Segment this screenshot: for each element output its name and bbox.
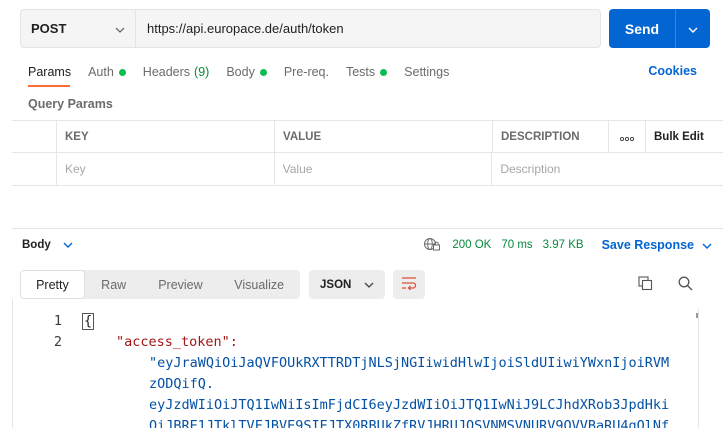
chevron-down-icon xyxy=(63,239,73,251)
send-options-button[interactable] xyxy=(676,9,710,48)
headers-count: (9) xyxy=(194,65,210,79)
json-value-line: OiJBRE1JTklTVFJBVE9SIEJTX0RBUkZfRVJHRUJO… xyxy=(149,418,670,428)
tab-preview[interactable]: Preview xyxy=(143,270,219,299)
globe-lock-icon[interactable] xyxy=(424,237,441,254)
response-time[interactable]: 70 ms xyxy=(501,239,532,251)
line-number: 2 xyxy=(53,334,62,350)
wrap-lines-icon xyxy=(401,276,417,293)
search-icon xyxy=(678,276,693,294)
chevron-down-icon xyxy=(115,21,125,36)
key-column-header: KEY xyxy=(57,121,275,152)
table-row: Key Value Description xyxy=(12,153,723,186)
wrap-lines-button[interactable] xyxy=(393,270,425,299)
save-response-button[interactable]: Save Response xyxy=(602,238,712,252)
method-label: POST xyxy=(31,21,67,36)
tab-label: Body xyxy=(226,65,255,79)
json-value-line: zODQifQ. xyxy=(149,376,215,392)
tab-auth[interactable]: Auth xyxy=(88,65,126,79)
send-button-group: Send xyxy=(609,9,710,48)
tab-label: Auth xyxy=(88,65,114,79)
body-label: Body xyxy=(22,239,51,251)
tab-label: Pre-req. xyxy=(283,65,329,79)
status-dot xyxy=(380,68,388,76)
tab-label: Settings xyxy=(404,65,450,79)
key-input[interactable]: Key xyxy=(57,153,275,185)
tab-pretty[interactable]: Pretty xyxy=(20,270,85,299)
tab-label: Params xyxy=(28,65,72,79)
chevron-down-icon xyxy=(688,21,698,36)
send-button[interactable]: Send xyxy=(609,9,676,48)
json-open-brace: { xyxy=(82,313,95,330)
checkbox-column-header xyxy=(12,121,57,152)
status-dot xyxy=(118,68,126,76)
search-button[interactable] xyxy=(675,275,695,295)
format-label: JSON xyxy=(320,278,352,291)
chevron-down-icon xyxy=(364,279,374,291)
table-header-row: KEY VALUE DESCRIPTION Bulk Edit xyxy=(12,120,723,153)
description-column-header: DESCRIPTION xyxy=(493,121,609,152)
request-tabs: Params Auth Headers (9) Body Pre-req. Tes… xyxy=(28,63,466,81)
tab-prereq[interactable]: Pre-req. xyxy=(284,65,329,79)
url-input[interactable]: https://api.europace.de/auth/token xyxy=(136,10,600,47)
tab-body[interactable]: Body xyxy=(226,65,267,79)
more-options-button[interactable] xyxy=(609,121,646,152)
save-response-label: Save Response xyxy=(601,238,694,252)
active-tab-indicator xyxy=(28,85,70,87)
json-key: "access_token": xyxy=(116,334,238,350)
query-params-table: KEY VALUE DESCRIPTION Bulk Edit Key Valu… xyxy=(12,120,723,186)
description-input[interactable]: Description xyxy=(492,153,723,185)
response-body-editor[interactable]: 1 2 { "access_token": "eyJraWQiOiJaQVFOU… xyxy=(12,309,723,428)
copy-icon xyxy=(637,276,653,294)
response-view-tabs: Pretty Raw Preview Visualize xyxy=(20,270,300,299)
tab-headers[interactable]: Headers (9) xyxy=(143,65,210,79)
json-value-line: "eyJraWQiOiJaQVFOUkRXTTRDTjNLSjNGIiwidHl… xyxy=(149,355,670,371)
request-bar: POST https://api.europace.de/auth/token xyxy=(20,9,601,48)
row-checkbox-cell xyxy=(12,153,57,185)
json-value-line: eyJzdWIiOiJTQ1IwNiIsImFjdCI6eyJzdWIiOiJT… xyxy=(149,397,670,413)
divider xyxy=(12,228,723,229)
more-horizontal-icon xyxy=(619,130,635,144)
query-params-title: Query Params xyxy=(28,97,113,111)
response-header: Body 200 OK 70 ms 3.97 KB Save Response xyxy=(22,236,712,254)
cookies-link[interactable]: Cookies xyxy=(648,64,697,78)
line-number: 1 xyxy=(53,313,62,329)
method-select[interactable]: POST xyxy=(21,10,136,47)
tab-label: Headers xyxy=(142,65,191,79)
tab-raw[interactable]: Raw xyxy=(85,270,143,299)
tab-tests[interactable]: Tests xyxy=(345,65,388,79)
editor-scroll-track xyxy=(698,309,699,428)
value-input[interactable]: Value xyxy=(275,153,493,185)
status-code[interactable]: 200 OK xyxy=(452,239,491,251)
status-dot xyxy=(259,68,267,76)
tab-settings[interactable]: Settings xyxy=(404,65,449,79)
format-select[interactable]: JSON xyxy=(309,270,385,299)
response-size[interactable]: 3.97 KB xyxy=(543,239,584,251)
response-status-group: 200 OK 70 ms 3.97 KB Save Response xyxy=(424,237,712,254)
tab-label: Tests xyxy=(345,65,376,79)
tab-params[interactable]: Params xyxy=(28,65,71,79)
chevron-down-icon xyxy=(702,238,712,252)
editor-scrollbar[interactable] xyxy=(696,313,698,318)
bulk-edit-button[interactable]: Bulk Edit xyxy=(646,121,723,152)
value-column-header: VALUE xyxy=(275,121,493,152)
tab-visualize[interactable]: Visualize xyxy=(218,270,300,299)
response-body-dropdown[interactable]: Body xyxy=(22,239,73,251)
copy-button[interactable] xyxy=(635,275,655,295)
url-text: https://api.europace.de/auth/token xyxy=(147,21,344,36)
